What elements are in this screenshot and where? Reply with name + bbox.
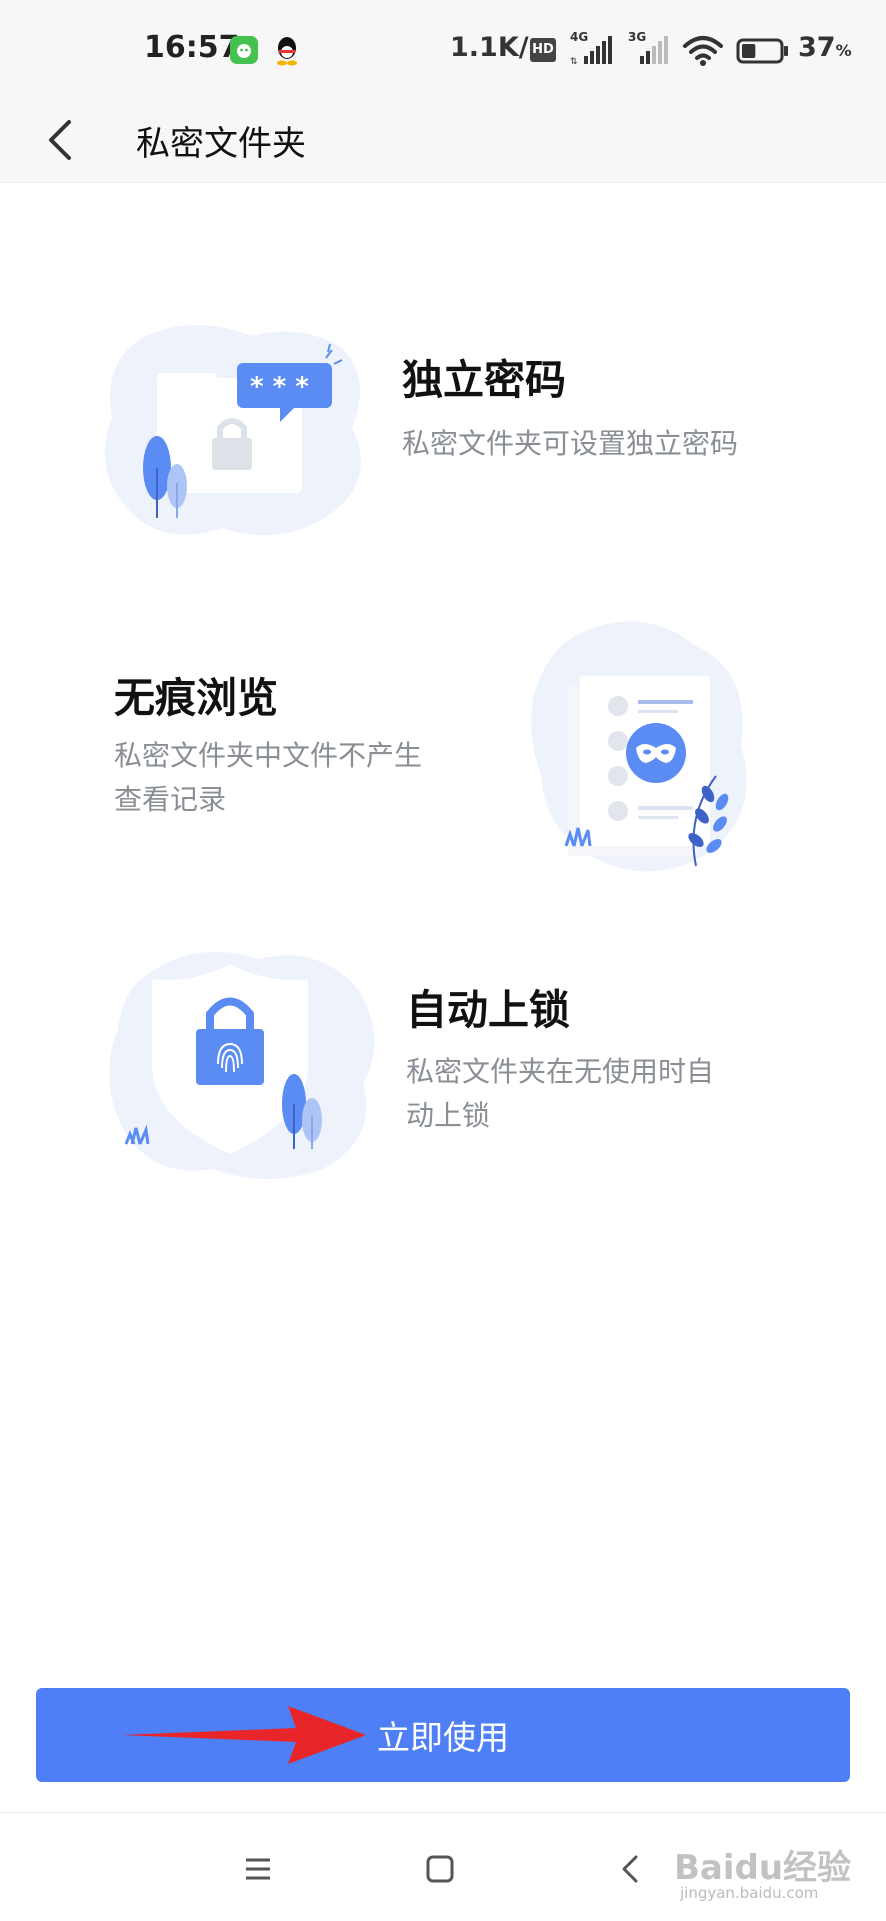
back-button[interactable] — [30, 104, 90, 176]
feature-1-title: 独立密码 — [402, 356, 566, 404]
shield-lock-illustration — [109, 951, 375, 1179]
qq-icon — [277, 37, 297, 66]
feature-2-title: 无痕浏览 — [114, 674, 278, 722]
watermark-brand: Baidu经验 — [674, 1848, 852, 1888]
feature-3-title: 自动上锁 — [406, 986, 570, 1034]
feature-3-desc: 私密文件夹在无使用时自 动上锁 — [406, 1050, 714, 1138]
feature-3-desc-line-1: 私密文件夹在无使用时自 — [406, 1055, 715, 1088]
svg-text:* * *: * * * — [250, 372, 309, 402]
back-icon[interactable] — [610, 1849, 650, 1889]
feature-2-desc-line-2: 查看记录 — [114, 783, 227, 816]
incognito-document-illustration — [531, 621, 747, 872]
battery-icon — [736, 38, 788, 64]
status-time: 16:57 — [144, 30, 240, 65]
battery-value: 37 — [798, 32, 836, 63]
signal-3g-icon: 3G — [626, 30, 672, 66]
feature-1-desc-line-1: 私密文件夹可设置独立密码 — [402, 427, 739, 460]
feature-3-desc-line-2: 动上锁 — [406, 1099, 491, 1132]
menu-icon[interactable] — [238, 1849, 278, 1889]
chevron-left-icon — [49, 120, 71, 160]
wifi-icon — [683, 36, 723, 66]
hd-badge: HD — [530, 38, 556, 62]
status-bar: 16:57 1.1K/s HD 4G ⇅ 3G 37% — [0, 0, 886, 100]
page-title: 私密文件夹 — [136, 124, 306, 164]
svg-text:⇅: ⇅ — [570, 57, 578, 66]
signal-4g-icon: 4G ⇅ — [568, 30, 616, 66]
red-arrow-annotation — [122, 1706, 366, 1764]
feature-1-desc: 私密文件夹可设置独立密码 — [402, 422, 738, 466]
home-icon[interactable] — [420, 1849, 460, 1889]
feature-2-desc: 私密文件夹中文件不产生 查看记录 — [114, 734, 422, 822]
battery-percent: 37% — [798, 32, 852, 63]
app-header: 私密文件夹 — [0, 100, 886, 183]
feature-2-desc-line-1: 私密文件夹中文件不产生 — [114, 739, 423, 772]
password-folder-illustration: * * * — [104, 324, 361, 536]
app-notification-icon — [230, 36, 258, 64]
use-now-label: 立即使用 — [377, 1718, 509, 1757]
baidu-watermark: Baidu经验 jingyan.baidu.com — [674, 1840, 874, 1910]
battery-unit: % — [835, 41, 852, 60]
watermark-url: jingyan.baidu.com — [680, 1884, 819, 1902]
